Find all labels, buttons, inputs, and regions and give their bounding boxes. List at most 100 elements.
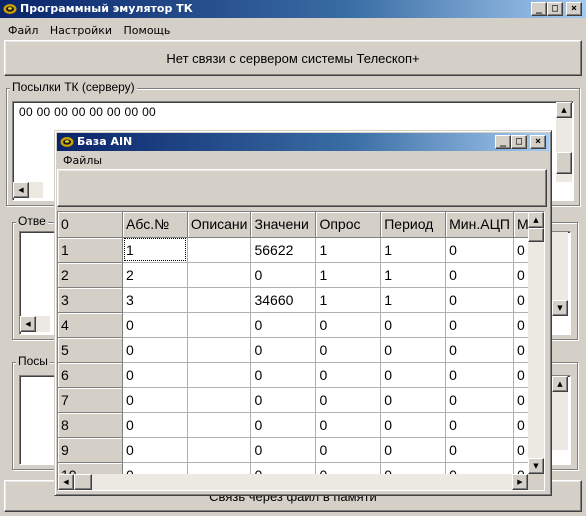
grid-cell[interactable] [187, 437, 252, 463]
grid-cell[interactable]: 0 [250, 437, 317, 463]
row-header[interactable]: 3 [58, 287, 124, 313]
grid-cell[interactable]: 0 [122, 412, 188, 438]
grid-cell[interactable]: 3 [122, 287, 188, 313]
arrow-up-icon[interactable]: ▲ [556, 102, 572, 118]
posyl-memo-vscroll[interactable]: ▲ [552, 376, 568, 450]
col-header-value[interactable]: Значени [250, 212, 317, 238]
grid-cell[interactable]: 0 [315, 437, 382, 463]
table-row[interactable]: 1 1 56622 1 1 0 0 [58, 237, 544, 263]
grid-hscroll[interactable]: ◀ ▶ [58, 474, 528, 490]
arrow-left-icon[interactable]: ◀ [13, 182, 29, 198]
grid-cell[interactable] [187, 287, 252, 313]
grid-cell[interactable]: 0 [315, 412, 382, 438]
grid-cell[interactable]: 0 [315, 312, 382, 338]
row-header[interactable]: 5 [58, 337, 124, 363]
minimize-button[interactable]: _ [531, 2, 547, 16]
grid-hscroll-thumb[interactable] [74, 474, 92, 490]
arrow-down-icon[interactable]: ▼ [528, 458, 544, 474]
grid-cell[interactable] [187, 337, 252, 363]
grid-cell[interactable]: 0 [122, 387, 188, 413]
grid-cell[interactable]: 0 [250, 362, 317, 388]
row-header[interactable]: 2 [58, 262, 124, 288]
grid-cell[interactable]: 56622 [250, 237, 317, 263]
grid-cell[interactable]: 1 [380, 237, 447, 263]
table-row[interactable]: 9000000 [58, 437, 544, 463]
grid-cell[interactable] [187, 237, 252, 263]
grid-cell[interactable]: 0 [122, 337, 188, 363]
send-memo-vscroll[interactable]: ▲ [556, 102, 572, 182]
close-button[interactable]: × [566, 2, 582, 16]
table-row[interactable]: 5000000 [58, 337, 544, 363]
grid-cell[interactable]: 0 [380, 387, 447, 413]
grid-cell[interactable]: 1 [122, 237, 188, 263]
answers-memo-hscroll[interactable]: ◀ [20, 316, 50, 332]
grid-cell[interactable]: 0 [250, 337, 317, 363]
grid-cell[interactable]: 0 [380, 437, 447, 463]
arrow-right-icon[interactable]: ▶ [512, 474, 528, 490]
grid-cell[interactable]: 0 [122, 362, 188, 388]
grid-cell[interactable]: 0 [122, 437, 188, 463]
row-header[interactable]: 8 [58, 412, 124, 438]
row-header[interactable]: 6 [58, 362, 124, 388]
arrow-up-icon[interactable]: ▲ [552, 376, 568, 392]
col-header-description[interactable]: Описани [187, 212, 252, 238]
grid-cell[interactable] [187, 362, 252, 388]
grid-cell[interactable]: 0 [380, 362, 447, 388]
grid-vscroll[interactable]: ▲ ▼ [528, 212, 544, 474]
maximize-button[interactable]: □ [547, 2, 563, 16]
row-header[interactable]: 4 [58, 312, 124, 338]
arrow-left-icon[interactable]: ◀ [20, 316, 36, 332]
row-header[interactable]: 9 [58, 437, 124, 463]
answers-memo-vscroll[interactable]: ▼ [552, 232, 568, 316]
grid-cell[interactable]: 0 [250, 387, 317, 413]
grid-cell[interactable]: 34660 [250, 287, 317, 313]
menu-files[interactable]: Файлы [59, 152, 106, 170]
maximize-button[interactable]: □ [511, 135, 527, 149]
close-button[interactable]: × [530, 135, 546, 149]
grid-cell[interactable] [187, 262, 252, 288]
col-header-period[interactable]: Период [380, 212, 447, 238]
grid-vscroll-thumb[interactable] [528, 228, 544, 242]
menu-settings[interactable]: Настройки [46, 22, 116, 40]
grid-cell[interactable]: 0 [250, 312, 317, 338]
grid-cell[interactable]: 0 [445, 412, 514, 438]
grid-cell[interactable]: 0 [445, 237, 514, 263]
table-row[interactable]: 6000000 [58, 362, 544, 388]
grid-cell[interactable]: 0 [315, 362, 382, 388]
col-header-min-adc[interactable]: Мин.АЦП [445, 212, 514, 238]
main-titlebar[interactable]: Программный эмулятор ТК _ □ × [0, 0, 586, 18]
child-titlebar[interactable]: База AIN _ □ × [57, 133, 549, 151]
scroll-thumb[interactable] [556, 152, 572, 174]
grid-cell[interactable]: 1 [380, 262, 447, 288]
ain-grid[interactable]: 0 Абс.№ Описани Значени Опрос Период Мин… [57, 211, 545, 491]
size-grip[interactable] [528, 474, 544, 490]
grid-cell[interactable] [187, 312, 252, 338]
grid-cell[interactable]: 0 [445, 437, 514, 463]
grid-cell[interactable]: 0 [250, 262, 317, 288]
grid-cell[interactable]: 0 [445, 262, 514, 288]
arrow-up-icon[interactable]: ▲ [528, 212, 544, 228]
grid-cell[interactable]: 0 [380, 312, 447, 338]
table-row[interactable]: 3 3 34660 1 1 0 0 [58, 287, 544, 313]
row-header[interactable]: 1 [58, 237, 124, 263]
menu-help[interactable]: Помощь [120, 22, 175, 40]
row-header[interactable]: 7 [58, 387, 124, 413]
grid-cell[interactable]: 0 [315, 387, 382, 413]
table-row[interactable]: 7000000 [58, 387, 544, 413]
table-row[interactable]: 2201100 [58, 262, 544, 288]
grid-cell[interactable]: 1 [380, 287, 447, 313]
arrow-left-icon[interactable]: ◀ [58, 474, 74, 490]
send-memo-hscroll[interactable]: ◀ [13, 182, 43, 198]
col-header-poll[interactable]: Опрос [315, 212, 382, 238]
table-row[interactable]: 8000000 [58, 412, 544, 438]
grid-cell[interactable]: 0 [122, 312, 188, 338]
col-header-abs-num[interactable]: Абс.№ [122, 212, 188, 238]
grid-cell[interactable]: 0 [445, 362, 514, 388]
grid-cell[interactable]: 0 [445, 337, 514, 363]
grid-cell[interactable]: 0 [445, 287, 514, 313]
menu-file[interactable]: Файл [4, 22, 42, 40]
grid-cell[interactable]: 2 [122, 262, 188, 288]
grid-cell[interactable]: 0 [380, 412, 447, 438]
grid-cell[interactable]: 1 [315, 287, 382, 313]
grid-cell[interactable]: 1 [315, 237, 382, 263]
